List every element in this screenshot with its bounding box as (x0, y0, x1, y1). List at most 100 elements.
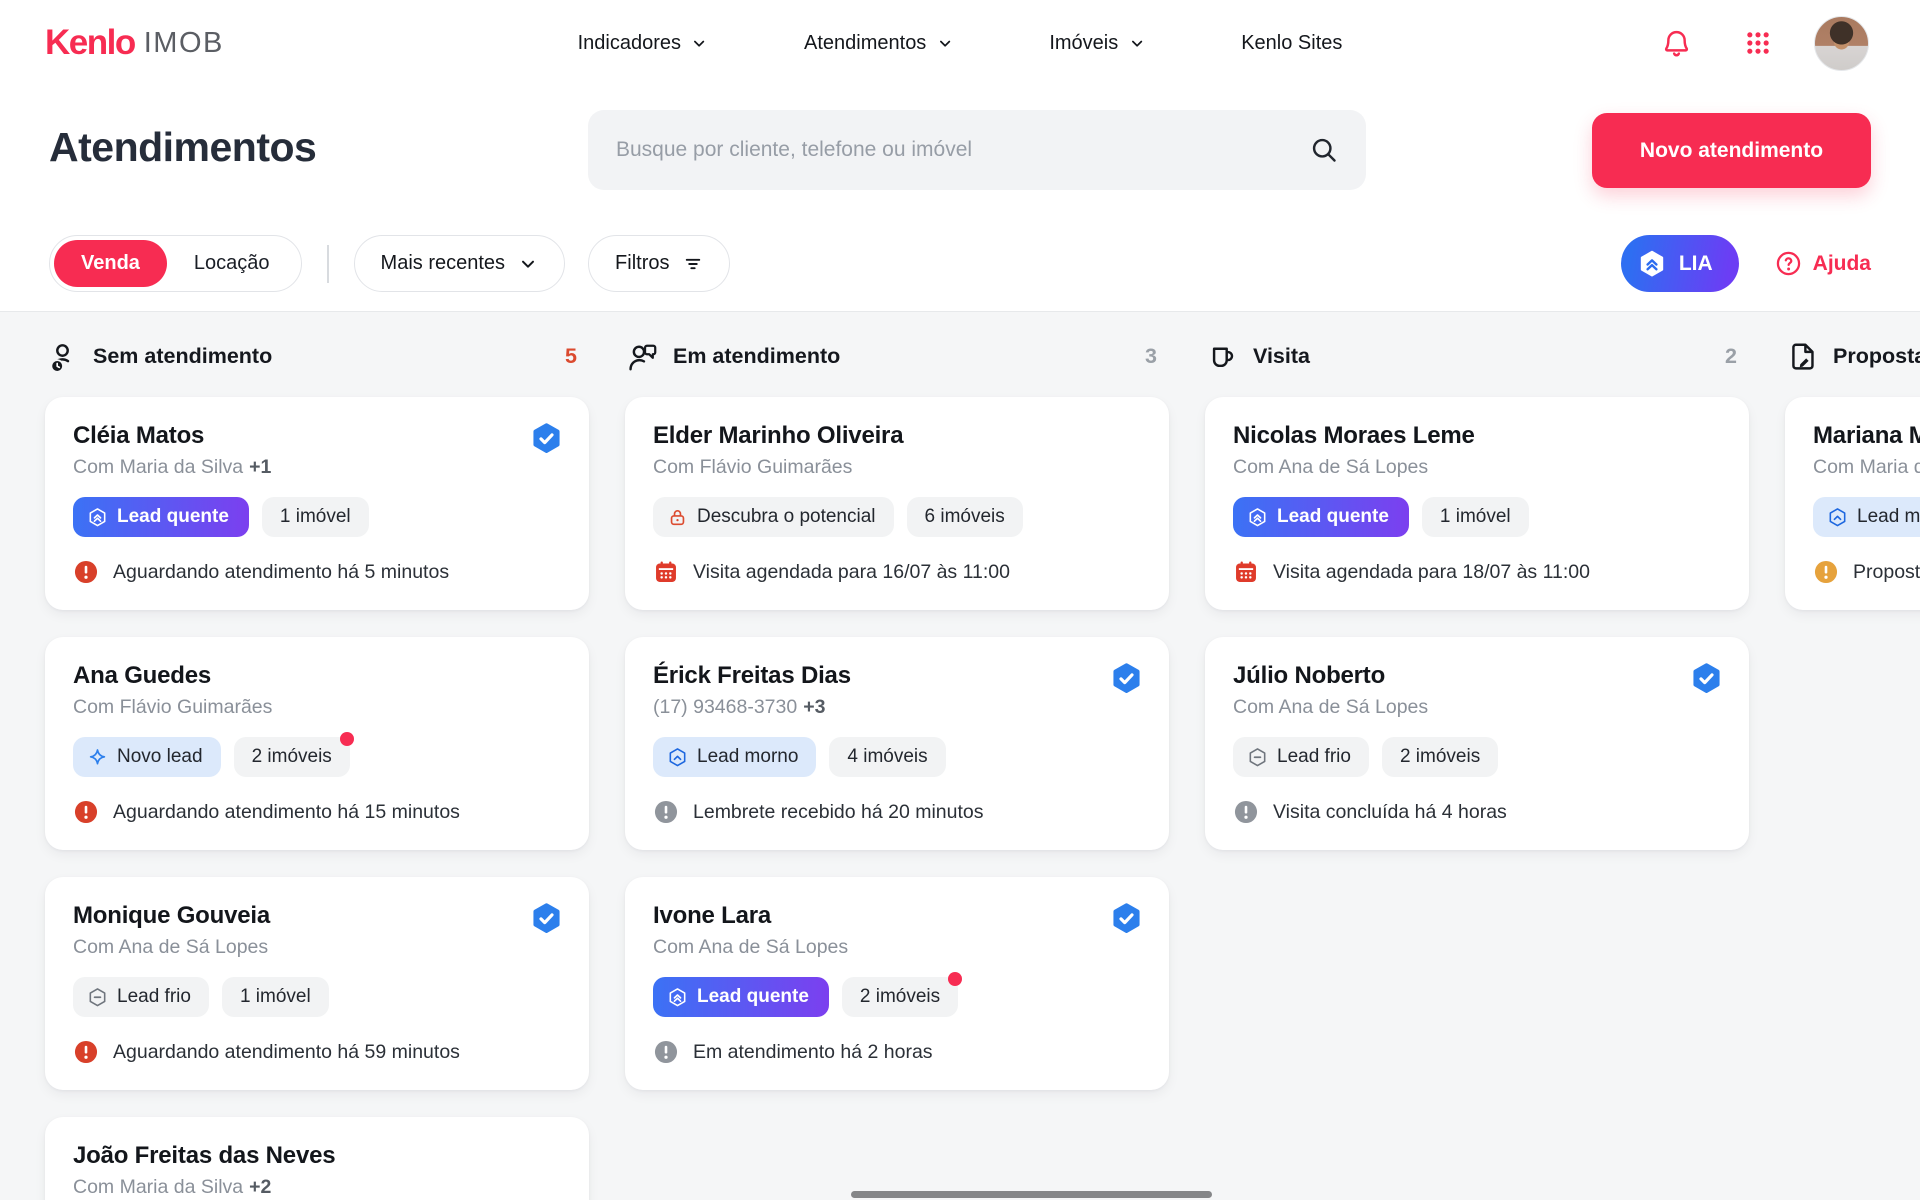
lead-card[interactable]: Ana Guedes Com Flávio Guimarães Novo lea… (45, 637, 589, 850)
lia-assistant-button[interactable]: LIA (1621, 235, 1739, 292)
lead-name: Elder Marinho Oliveira (653, 421, 1141, 451)
property-count-badge[interactable]: 2 imóveis (1382, 737, 1498, 777)
nav-label: Atendimentos (804, 32, 926, 55)
nav-item-indicadores[interactable]: Indicadores (578, 32, 708, 55)
lead-card[interactable]: Monique Gouveia Com Ana de Sá Lopes Lead… (45, 877, 589, 1090)
lead-temperature-badge[interactable]: Novo lead (73, 737, 221, 777)
segment-venda[interactable]: Venda (54, 240, 167, 287)
lead-subtitle: Com Flávio Guimarães (73, 695, 561, 719)
lia-label: LIA (1679, 252, 1713, 276)
status-text: Visita agendada para 18/07 às 11:00 (1273, 561, 1590, 584)
hexagon-chevron-icon (1827, 507, 1848, 528)
nav-item-imoveis[interactable]: Imóveis (1049, 32, 1145, 55)
horizontal-scrollbar[interactable] (851, 1191, 1212, 1198)
status-row: Visita agendada para 16/07 às 11:00 (653, 559, 1141, 585)
column-title: Em atendimento (673, 344, 840, 369)
info-alert-icon (653, 1039, 679, 1065)
property-count-badge[interactable]: 1 imóvel (1422, 497, 1529, 537)
status-row: Proposta p (1813, 559, 1920, 585)
status-row: Aguardando atendimento há 59 minutos (73, 1039, 561, 1065)
status-row: Visita concluída há 4 horas (1233, 799, 1721, 825)
property-count-badge[interactable]: 6 imóveis (907, 497, 1023, 537)
nav-item-atendimentos[interactable]: Atendimentos (804, 32, 953, 55)
kenlo-logo[interactable]: Kenlo IMOB (45, 0, 224, 86)
nav-label: Kenlo Sites (1241, 32, 1342, 55)
column-header: Em atendimento 3 (625, 338, 1169, 374)
lead-subtitle: Com Maria da S (1813, 455, 1920, 479)
segment-locacao[interactable]: Locação (167, 240, 297, 287)
property-count-badge[interactable]: 1 imóvel (222, 977, 329, 1017)
lead-subtitle: Com Ana de Sá Lopes (653, 935, 1141, 959)
status-text: Aguardando atendimento há 59 minutos (113, 1041, 460, 1064)
question-circle-icon (1775, 250, 1802, 277)
property-count-badge[interactable]: 2 imóveis (842, 977, 958, 1017)
top-bar: Kenlo IMOB Indicadores Atendimentos Imóv… (0, 0, 1920, 86)
column-proposta: Proposta Mariana Me Com Maria da S Lead … (1785, 338, 1920, 1200)
filter-row-right-tools: LIA Ajuda (1621, 235, 1871, 292)
help-label: Ajuda (1813, 252, 1871, 276)
mug-icon (1207, 341, 1238, 372)
lead-subtitle: (17) 93468-3730+3 (653, 695, 1141, 719)
search-input[interactable] (616, 138, 1310, 162)
confirmed-check-icon (1110, 902, 1143, 935)
main-nav: Indicadores Atendimentos Imóveis Kenlo S… (578, 0, 1343, 86)
property-count-badge[interactable]: 4 imóveis (829, 737, 945, 777)
lead-temperature-badge[interactable]: Lead quente (653, 977, 829, 1017)
hexagon-minus-icon (1247, 747, 1268, 768)
lead-temperature-badge[interactable]: Lead frio (1233, 737, 1369, 777)
filter-lines-icon (683, 254, 703, 274)
column-count: 5 (565, 344, 577, 369)
potential-badge[interactable]: Descubra o potencial (653, 497, 894, 537)
lead-subtitle: Com Flávio Guimarães (653, 455, 1141, 479)
lead-temperature-badge[interactable]: Lead quente (1233, 497, 1409, 537)
lead-temperature-badge[interactable]: Lead morno (653, 737, 816, 777)
nav-item-kenlo-sites[interactable]: Kenlo Sites (1241, 32, 1342, 55)
logo-imob-text: IMOB (144, 27, 224, 60)
badge-row: Lead frio 1 imóvel (73, 977, 561, 1017)
filters-button[interactable]: Filtros (588, 235, 729, 292)
property-count-badge[interactable]: 2 imóveis (234, 737, 350, 777)
lead-subtitle: Com Ana de Sá Lopes (73, 935, 561, 959)
column-title: Proposta (1833, 344, 1920, 369)
lead-card[interactable]: Érick Freitas Dias (17) 93468-3730+3 Lea… (625, 637, 1169, 850)
top-bar-actions (1661, 0, 1869, 86)
lead-card[interactable]: Cléia Matos Com Maria da Silva+1 Lead qu… (45, 397, 589, 610)
alert-icon (73, 799, 99, 825)
lead-card[interactable]: Mariana Me Com Maria da S Lead mor Propo… (1785, 397, 1920, 610)
kanban-board: Sem atendimento 5 Cléia Matos Com Maria … (0, 311, 1920, 1200)
sort-dropdown[interactable]: Mais recentes (354, 235, 566, 292)
notification-dot (340, 732, 354, 746)
help-button[interactable]: Ajuda (1775, 250, 1871, 277)
badge-row: Novo lead 2 imóveis (73, 737, 561, 777)
status-text: Em atendimento há 2 horas (693, 1041, 933, 1064)
badge-row: Lead frio 2 imóveis (1233, 737, 1721, 777)
lead-temperature-badge[interactable]: Lead frio (73, 977, 209, 1017)
lead-card[interactable]: Elder Marinho Oliveira Com Flávio Guimar… (625, 397, 1169, 610)
lead-temperature-badge[interactable]: Lead quente (73, 497, 249, 537)
alert-icon (73, 1039, 99, 1065)
notifications-bell-icon[interactable] (1661, 28, 1692, 59)
lead-card[interactable]: Nicolas Moraes Leme Com Ana de Sá Lopes … (1205, 397, 1749, 610)
status-row: Lembrete recebido há 20 minutos (653, 799, 1141, 825)
vertical-divider (327, 245, 329, 283)
column-count: 3 (1145, 344, 1157, 369)
confirmed-check-icon (530, 902, 563, 935)
new-atendimento-button[interactable]: Novo atendimento (1592, 113, 1871, 188)
column-sem-atendimento: Sem atendimento 5 Cléia Matos Com Maria … (45, 338, 589, 1200)
badge-row: Lead mor (1813, 497, 1920, 537)
app-grid-icon[interactable] (1744, 29, 1772, 57)
column-count: 2 (1725, 344, 1737, 369)
calendar-icon (1233, 559, 1259, 585)
card-list: Elder Marinho Oliveira Com Flávio Guimar… (625, 397, 1169, 1090)
search-icon (1310, 136, 1338, 164)
lead-card[interactable]: Júlio Noberto Com Ana de Sá Lopes Lead f… (1205, 637, 1749, 850)
lead-name: Nicolas Moraes Leme (1233, 421, 1721, 451)
lead-card[interactable]: Ivone Lara Com Ana de Sá Lopes Lead quen… (625, 877, 1169, 1090)
lead-card[interactable]: João Freitas das Neves Com Maria da Silv… (45, 1117, 589, 1200)
user-avatar[interactable] (1814, 16, 1869, 71)
calendar-icon (653, 559, 679, 585)
property-count-badge[interactable]: 1 imóvel (262, 497, 369, 537)
chevron-down-icon (691, 35, 708, 52)
lead-temperature-badge[interactable]: Lead mor (1813, 497, 1920, 537)
confirmed-check-icon (530, 422, 563, 455)
